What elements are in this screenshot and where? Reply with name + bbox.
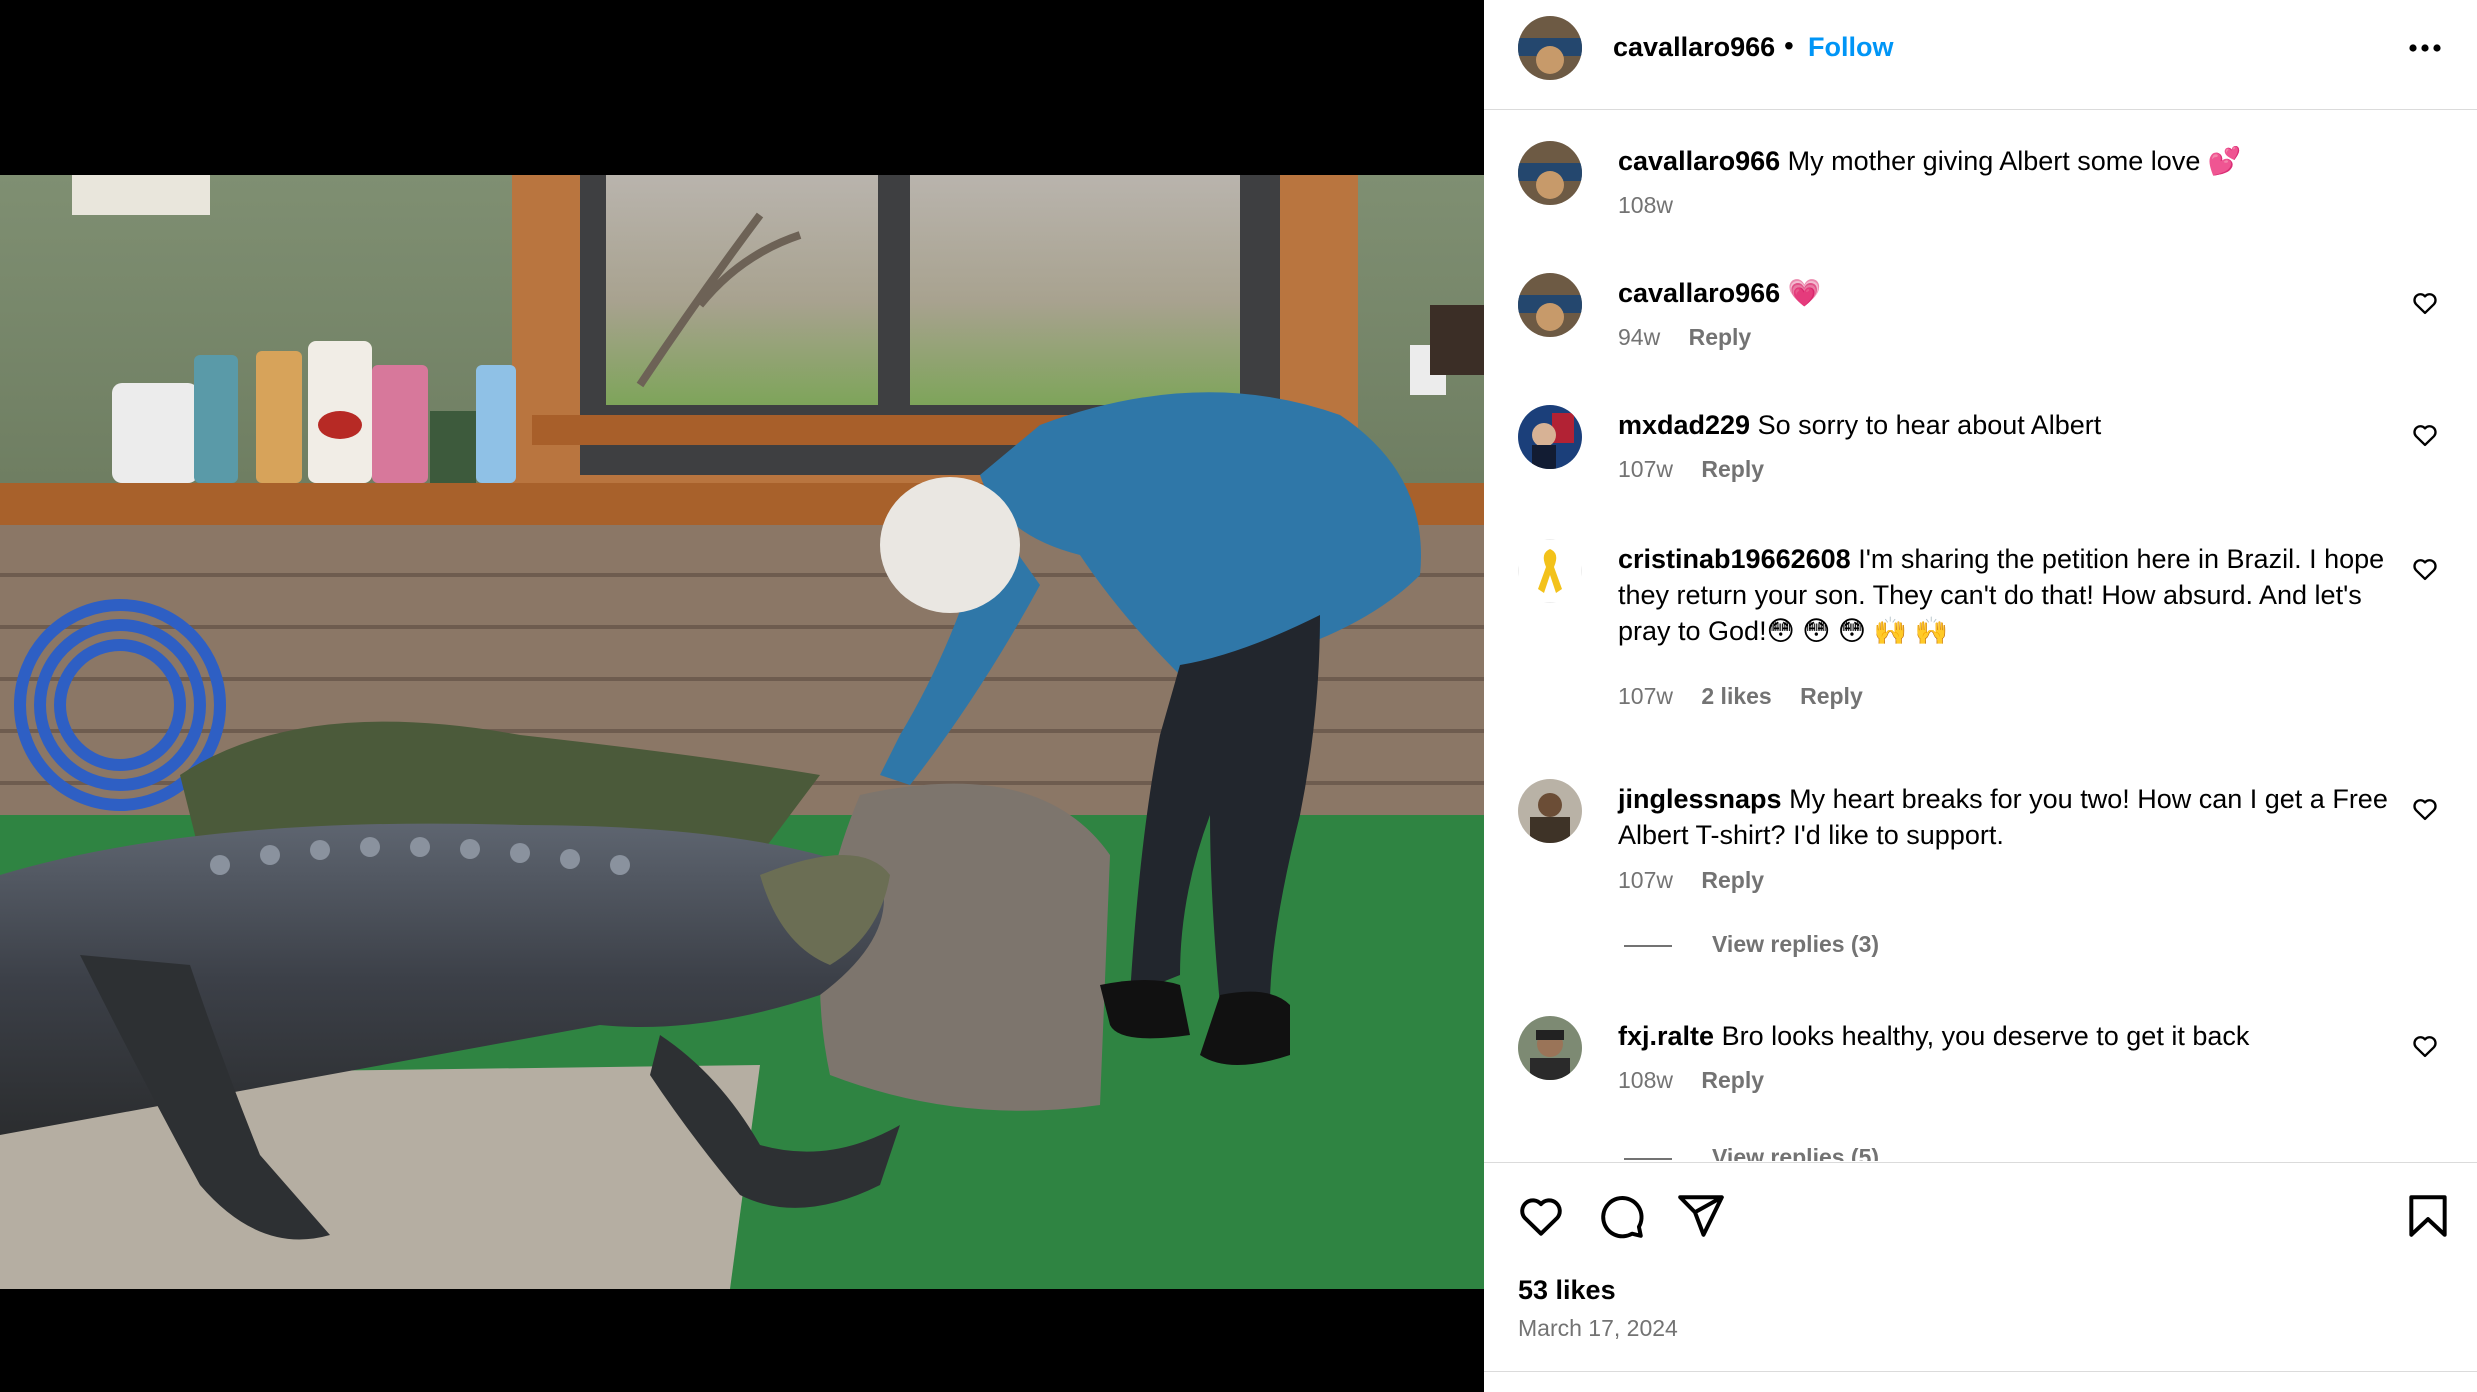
comment-time: 107w <box>1618 683 1673 709</box>
avatar[interactable] <box>1518 779 1582 843</box>
heart-icon[interactable] <box>2411 795 2439 823</box>
separator-dot: • <box>1784 30 1794 61</box>
heart-icon[interactable] <box>2411 421 2439 449</box>
comment-username[interactable]: fxj.ralte <box>1618 1021 1714 1051</box>
bookmark-icon[interactable] <box>2403 1191 2453 1241</box>
comment-meta: 108w Reply <box>1618 1067 1786 1094</box>
comment-meta: 107w Reply <box>1618 456 1786 483</box>
view-replies-label: View replies (3) <box>1712 931 1880 957</box>
comment-username[interactable]: cavallaro966 <box>1618 146 1780 176</box>
post-header: cavallaro966 • Follow <box>1484 0 2477 110</box>
follow-button[interactable]: Follow <box>1808 32 1893 63</box>
comment-icon[interactable] <box>1596 1191 1646 1241</box>
comment-meta: 107w 2 likes Reply <box>1618 683 1885 710</box>
post-side-panel: cavallaro966 • Follow cavallaro966 My mo… <box>1484 0 2477 1392</box>
reply-button[interactable]: Reply <box>1689 324 1752 350</box>
avatar[interactable] <box>1518 141 1582 205</box>
avatar[interactable] <box>1518 16 1582 80</box>
comment-time: 107w <box>1618 867 1673 893</box>
heart-icon[interactable] <box>1516 1191 1566 1241</box>
heart-icon[interactable] <box>2411 289 2439 317</box>
reply-button[interactable]: Reply <box>1701 1067 1764 1093</box>
comment-time: 108w <box>1618 192 1673 218</box>
post-media[interactable] <box>0 0 1484 1392</box>
heart-icon[interactable] <box>2411 1032 2439 1060</box>
share-icon[interactable] <box>1676 1191 1726 1241</box>
comment-username[interactable]: jinglessnaps <box>1618 784 1782 814</box>
comment-meta: 107w Reply <box>1618 867 1786 894</box>
comment-text-block: cavallaro966 💗 <box>1618 275 2398 311</box>
comment-text: 💗 <box>1787 278 1822 308</box>
comment-username[interactable]: cristinab19662608 <box>1618 544 1851 574</box>
comment-meta: 94w Reply <box>1618 324 1773 351</box>
avatar[interactable] <box>1518 405 1582 469</box>
replies-line <box>1624 944 1672 947</box>
comment-text-block: cristinab19662608 I'm sharing the petiti… <box>1618 541 2398 649</box>
avatar[interactable] <box>1518 273 1582 337</box>
comment-username[interactable]: cavallaro966 <box>1618 278 1780 308</box>
comment-meta: 108w <box>1618 192 1695 219</box>
comment-time: 108w <box>1618 1067 1673 1093</box>
avatar[interactable] <box>1518 1016 1582 1080</box>
avatar[interactable] <box>1518 539 1582 603</box>
reply-button[interactable]: Reply <box>1800 683 1863 709</box>
replies-line <box>1624 1157 1672 1160</box>
view-replies-label: View replies (5) <box>1712 1144 1880 1161</box>
comment-text: Bro looks healthy, you deserve to get it… <box>1721 1021 2250 1051</box>
comments-list[interactable]: cavallaro966 My mother giving Albert som… <box>1484 111 2477 1161</box>
comment-text: My mother giving Albert some love 💕 <box>1787 146 2242 176</box>
reply-button[interactable]: Reply <box>1701 867 1764 893</box>
comment-time: 94w <box>1618 324 1661 350</box>
comment-time: 107w <box>1618 456 1673 482</box>
comment-text-block: fxj.ralte Bro looks healthy, you deserve… <box>1618 1018 2398 1054</box>
post-author-username[interactable]: cavallaro966 <box>1613 32 1775 63</box>
comment-text-block: cavallaro966 My mother giving Albert som… <box>1618 143 2398 179</box>
more-horizontal-icon[interactable] <box>2405 36 2445 60</box>
comment-username[interactable]: mxdad229 <box>1618 410 1750 440</box>
comment-likes[interactable]: 2 likes <box>1701 683 1771 709</box>
photo-illustration <box>0 175 1484 1289</box>
action-bar: 53 likes March 17, 2024 <box>1484 1162 2477 1392</box>
likes-count[interactable]: 53 likes <box>1518 1275 1616 1306</box>
heart-icon[interactable] <box>2411 555 2439 583</box>
divider <box>1484 1371 2477 1372</box>
view-replies-button[interactable]: View replies (5) <box>1624 1144 1879 1161</box>
comment-text-block: mxdad229 So sorry to hear about Albert <box>1618 407 2398 443</box>
post-photo[interactable] <box>0 175 1484 1289</box>
comment-text-block: jinglessnaps My heart breaks for you two… <box>1618 781 2398 853</box>
reply-button[interactable]: Reply <box>1701 456 1764 482</box>
view-replies-button[interactable]: View replies (3) <box>1624 931 1879 958</box>
post-date: March 17, 2024 <box>1518 1315 1678 1341</box>
comment-text: So sorry to hear about Albert <box>1757 410 2102 440</box>
